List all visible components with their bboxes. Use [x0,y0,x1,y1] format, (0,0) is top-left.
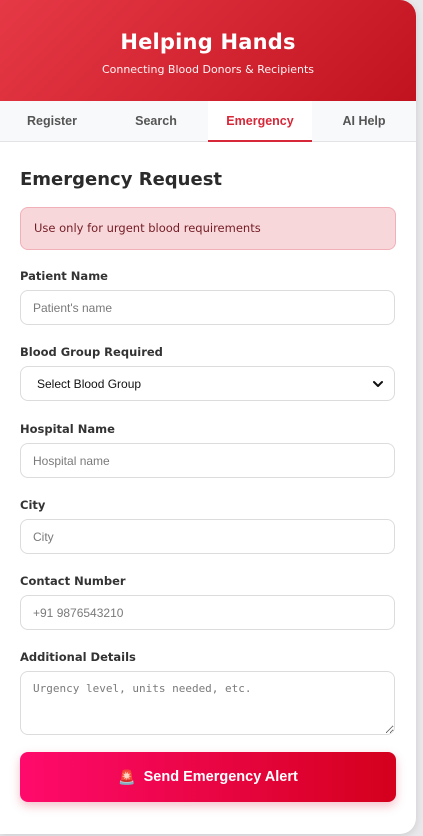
city-input[interactable] [20,519,395,554]
additional-details-textarea[interactable] [20,671,395,735]
tab-emergency[interactable]: Emergency [208,101,312,142]
siren-icon: 🚨 [118,768,136,785]
additional-details-label: Additional Details [20,650,136,664]
tab-search[interactable]: Search [104,101,208,141]
send-emergency-alert-button[interactable]: 🚨 Send Emergency Alert [20,752,396,802]
section-title: Emergency Request [20,169,223,190]
contact-number-input[interactable] [20,595,395,630]
hospital-name-label: Hospital Name [20,422,115,436]
hospital-name-input[interactable] [20,443,395,478]
emergency-form: Emergency Request Use only for urgent bl… [0,169,416,735]
tab-ai-help[interactable]: AI Help [312,101,416,141]
chevron-down-icon [372,378,384,390]
app-subtitle: Connecting Blood Donors & Recipients [101,63,315,76]
tab-register[interactable]: Register [0,101,104,141]
patient-name-label: Patient Name [20,269,108,283]
contact-number-label: Contact Number [20,574,126,588]
blood-group-select[interactable]: Select Blood Group [20,366,395,401]
tab-bar: Register Search Emergency AI Help [0,101,416,142]
app-title: Helping Hands [120,30,296,54]
warning-alert: Use only for urgent blood requirements [20,207,396,250]
app-card: Helping Hands Connecting Blood Donors & … [0,0,416,834]
patient-name-input[interactable] [20,290,395,325]
blood-group-label: Blood Group Required [20,345,163,359]
blood-group-selected-value: Select Blood Group [37,376,142,391]
city-label: City [20,498,46,512]
app-header: Helping Hands Connecting Blood Donors & … [0,0,416,101]
send-emergency-alert-label: Send Emergency Alert [143,769,298,785]
